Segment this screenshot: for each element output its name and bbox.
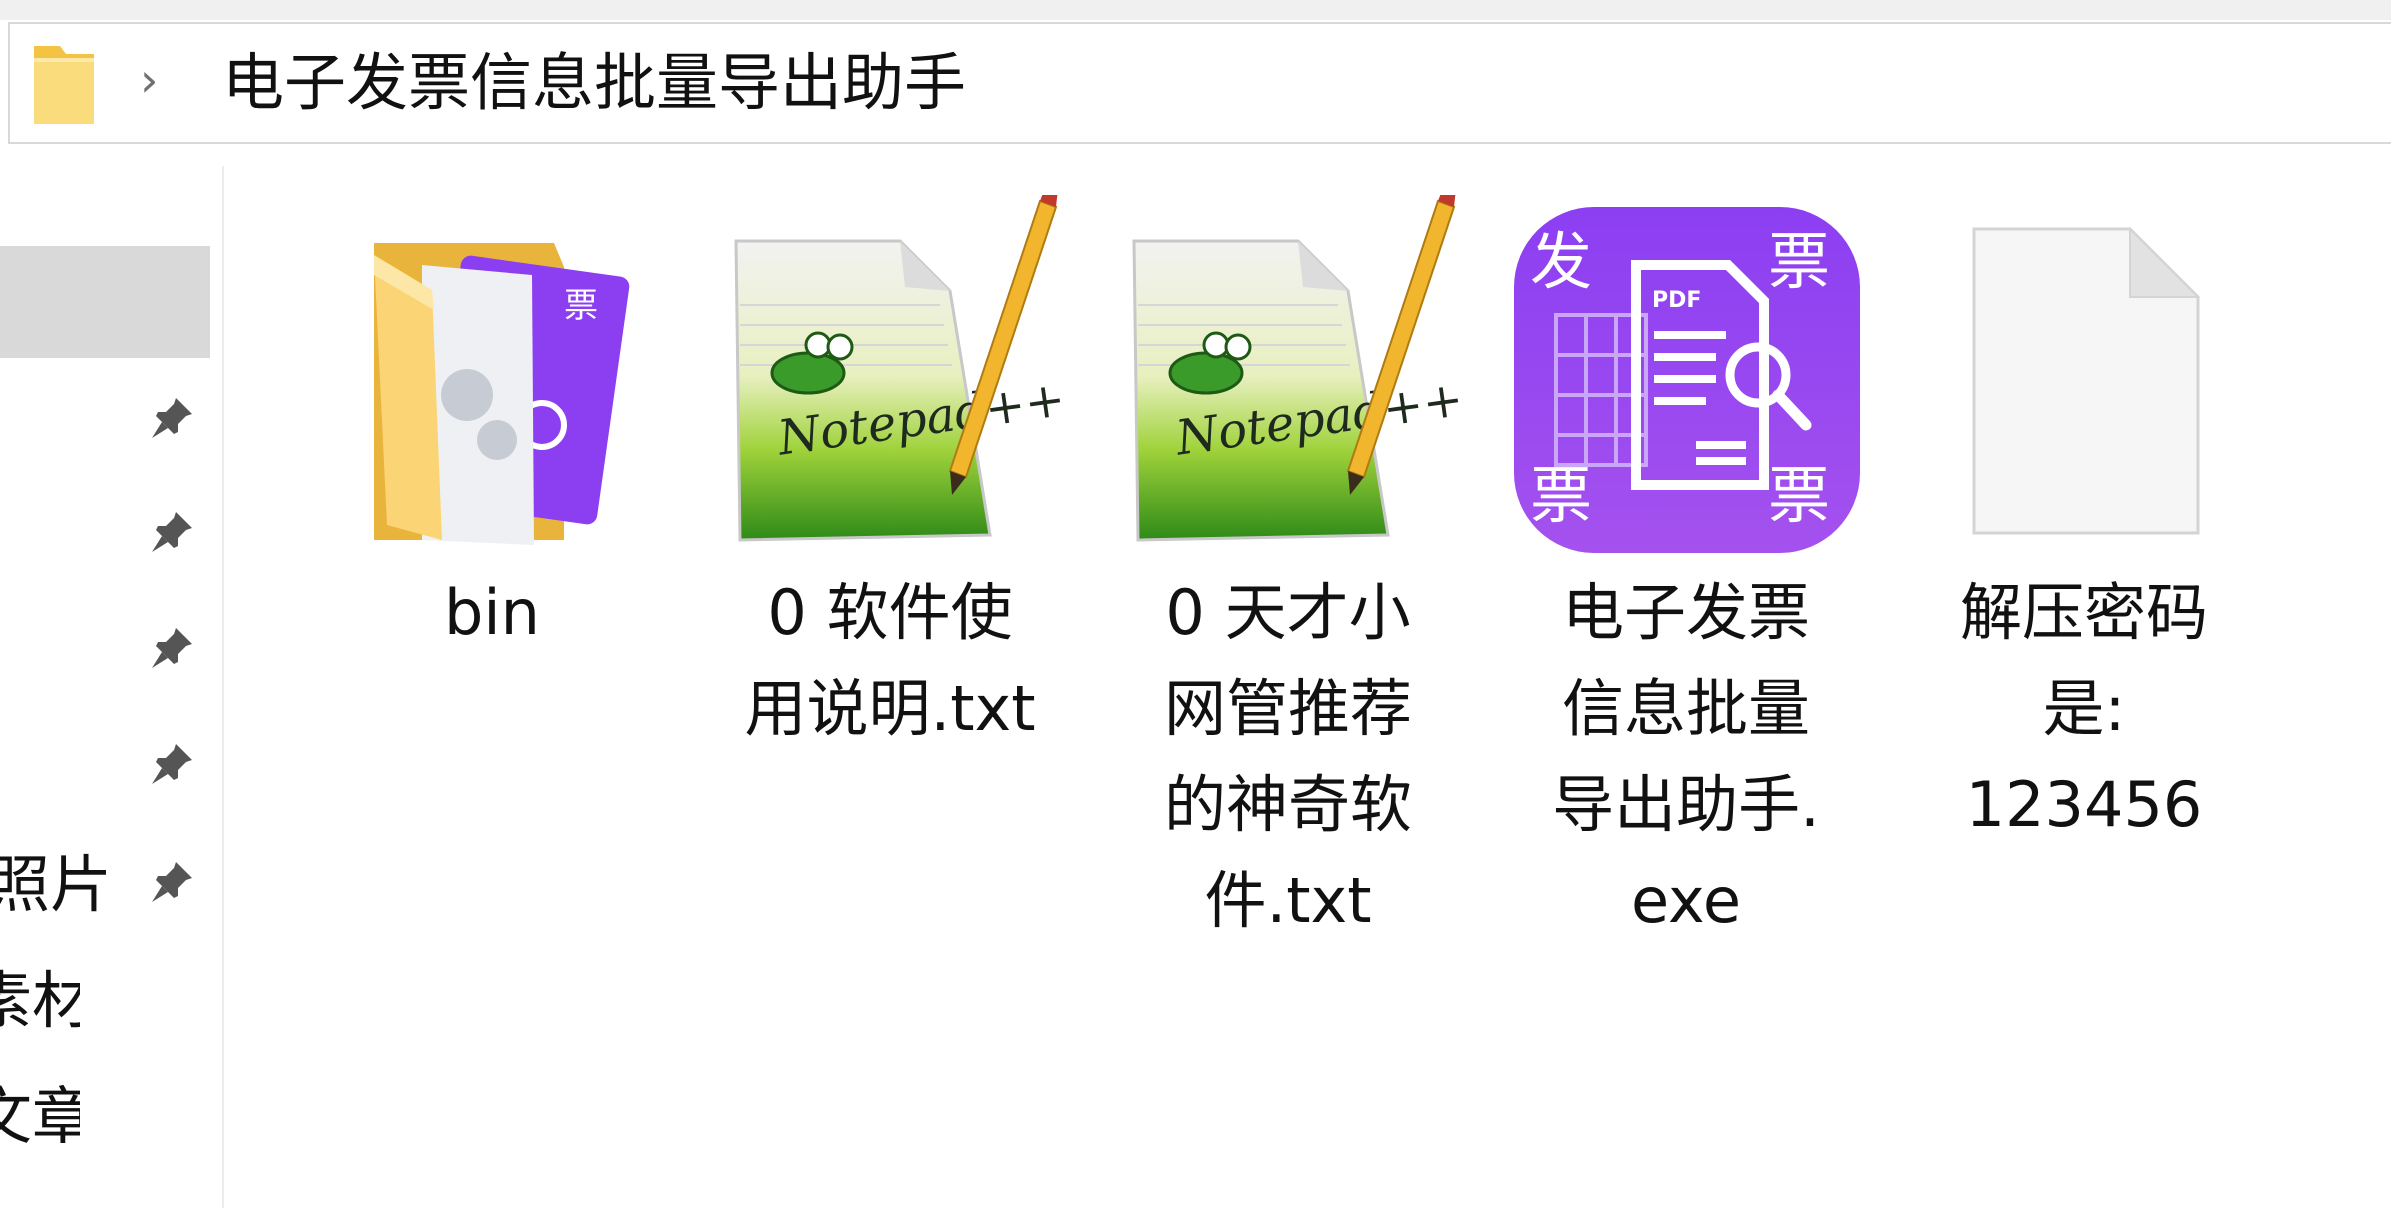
pin-icon[interactable] — [148, 856, 198, 906]
file-name[interactable]: 0 天才小 网管推荐 的神奇软 件.txt — [1098, 565, 1478, 949]
pin-icon[interactable] — [148, 392, 198, 442]
svg-text:票: 票 — [1530, 459, 1592, 532]
nav-item-label[interactable]: 素材 — [0, 966, 80, 1036]
nav-item-label[interactable]: 照片 — [0, 850, 118, 920]
address-bar[interactable]: › 电子发票信息批量导出助手 — [8, 22, 2391, 144]
breadcrumb-current-folder[interactable]: 电子发票信息批量导出助手 — [222, 42, 966, 124]
svg-text:票: 票 — [1768, 459, 1830, 532]
svg-text:票: 票 — [564, 286, 598, 326]
pane-divider[interactable] — [222, 166, 224, 1208]
svg-text:票: 票 — [1768, 225, 1830, 298]
file-name[interactable]: 0 软件使 用说明.txt — [700, 565, 1080, 757]
file-name[interactable]: bin — [302, 565, 682, 661]
title-strip — [0, 0, 2391, 20]
pin-icon[interactable] — [148, 622, 198, 672]
nav-item-label[interactable]: 文章 — [0, 1082, 80, 1152]
folder-icon — [34, 46, 94, 124]
invoice-app-icon: 发 票 票 票 PDF — [1514, 207, 1860, 553]
svg-text:PDF: PDF — [1652, 288, 1701, 313]
pin-icon[interactable] — [148, 738, 198, 788]
blank-file-icon — [1972, 226, 2201, 535]
folder-icon: 票 — [374, 243, 630, 545]
svg-text:发: 发 — [1530, 225, 1592, 298]
notepad-plus-plus-icon: Notepad++ — [1132, 195, 1467, 542]
pin-icon[interactable] — [148, 506, 198, 556]
notepad-plus-plus-icon: Notepad++ — [734, 195, 1069, 542]
navigation-pane: 照片 素材 文章 — [0, 166, 222, 1208]
file-name[interactable]: 电子发票 信息批量 导出助手. exe — [1496, 565, 1876, 949]
nav-item-selected[interactable] — [0, 246, 210, 358]
file-explorer-window: › 电子发票信息批量导出助手 照片 素材 文章 票 bin Notepad++ … — [0, 0, 2391, 1208]
breadcrumb-chevron-icon[interactable]: › — [140, 50, 158, 110]
file-name[interactable]: 解压密码 是: 123456 — [1894, 565, 2274, 853]
